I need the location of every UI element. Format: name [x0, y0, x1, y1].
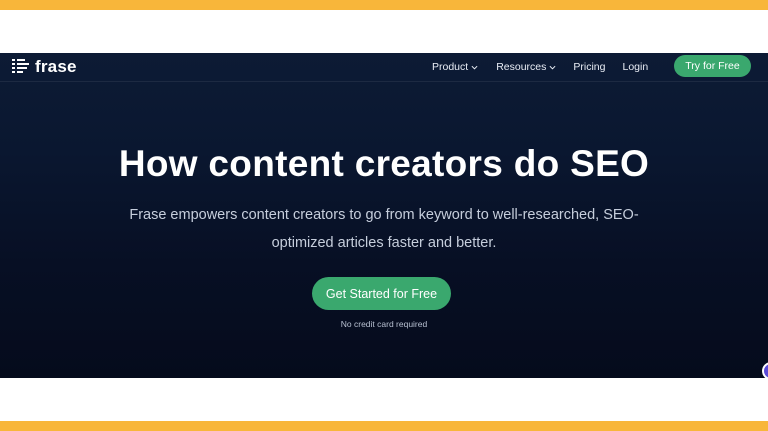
nav-item-resources[interactable]: Resources [496, 61, 556, 73]
no-credit-card-note: No credit card required [340, 319, 428, 329]
frase-logo-icon [12, 59, 29, 73]
top-navigation-bar: frase Product Resources Pricing Login Tr… [0, 53, 768, 82]
nav-item-label: Pricing [573, 61, 606, 73]
bottom-frame-bar [0, 421, 768, 431]
nav-item-pricing[interactable]: Pricing [573, 61, 605, 73]
nav-item-label: Resources [496, 61, 547, 73]
hero-subtitle: Frase empowers content creators to go fr… [129, 207, 639, 251]
chevron-down-icon [471, 65, 478, 70]
nav-item-login[interactable]: Login [623, 61, 649, 73]
nav-links: Product Resources Pricing Login [432, 53, 648, 81]
try-for-free-button[interactable]: Try for Free [674, 55, 751, 77]
hero-title: How content creators do SEO [118, 143, 650, 184]
nav-item-label: Product [432, 61, 469, 73]
nav-item-label: Login [622, 61, 649, 73]
website-viewport: frase Product Resources Pricing Login Tr… [0, 53, 768, 378]
get-started-button[interactable]: Get Started for Free [312, 277, 451, 310]
nav-item-product[interactable]: Product [432, 61, 478, 73]
brand-name: frase [35, 57, 77, 76]
site-logo[interactable]: frase [11, 56, 77, 78]
chat-bubble-icon[interactable] [762, 362, 768, 378]
top-frame-bar [0, 0, 768, 10]
chevron-down-icon [549, 65, 556, 70]
